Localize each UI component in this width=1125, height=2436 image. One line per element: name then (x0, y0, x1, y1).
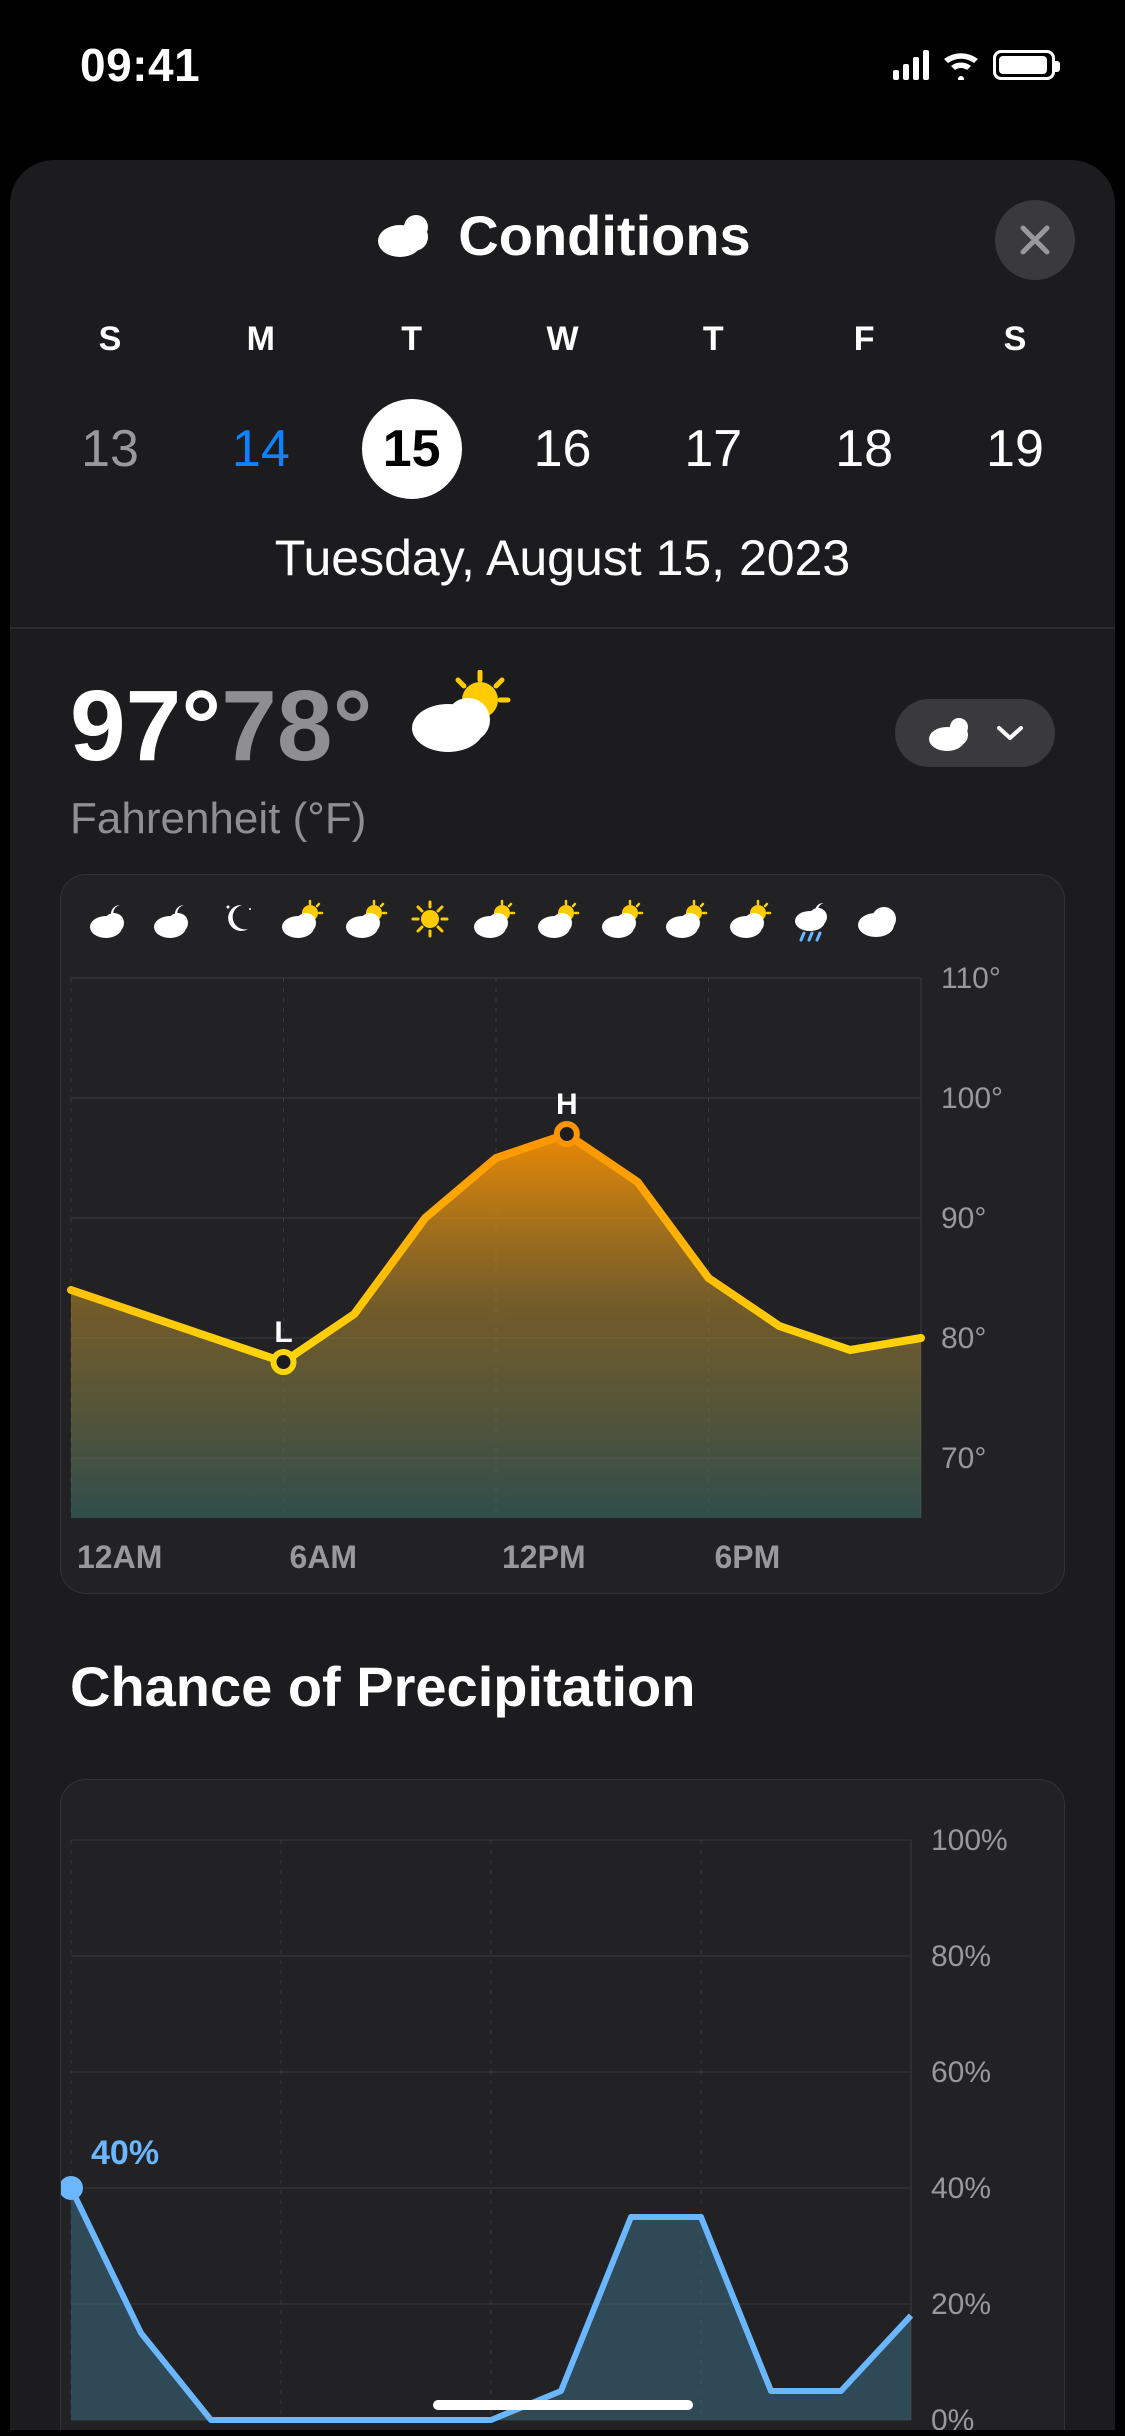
low-temp: 78° (221, 669, 372, 784)
svg-text:60%: 60% (931, 2056, 991, 2089)
day-16[interactable]: W 16 (492, 320, 632, 499)
conditions-icon (374, 211, 434, 259)
partly-sunny-icon (721, 899, 779, 948)
svg-text:H: H (556, 1088, 578, 1121)
conditions-sheet: Conditions S 13 M 14 T 15 W 16 T 17 F 18 S 19 Tuesday… (10, 160, 1115, 2430)
wifi-icon (941, 50, 981, 80)
close-button[interactable] (995, 200, 1075, 280)
svg-text:100%: 100% (931, 1824, 1008, 1857)
close-icon (1017, 222, 1053, 258)
svg-text:40%: 40% (91, 2134, 159, 2172)
day-label: S (99, 320, 122, 359)
partly-sunny-icon (273, 899, 331, 948)
day-label: W (546, 320, 578, 359)
partly-cloudy-night-icon (81, 899, 139, 948)
day-13[interactable]: S 13 (40, 320, 180, 499)
day-17[interactable]: T 17 (643, 320, 783, 499)
svg-text:100°: 100° (941, 1082, 1003, 1115)
svg-text:6AM: 6AM (290, 1539, 358, 1575)
week-selector: S 13 M 14 T 15 W 16 T 17 F 18 S 19 (10, 310, 1115, 499)
svg-text:80°: 80° (941, 1322, 986, 1355)
status-bar: 09:41 (0, 0, 1125, 130)
day-label: S (1004, 320, 1027, 359)
day-number: 18 (814, 399, 914, 499)
svg-text:12AM: 12AM (77, 1539, 162, 1575)
svg-text:12PM: 12PM (502, 1539, 586, 1575)
cloud-icon (925, 715, 975, 751)
partly-sunny-icon (657, 899, 715, 948)
svg-text:90°: 90° (941, 1202, 986, 1235)
day-label: F (854, 320, 875, 359)
day-number: 14 (211, 399, 311, 499)
sunny-icon (401, 899, 459, 948)
partly-sunny-icon (465, 899, 523, 948)
precip-chart: 0%20%40%60%80%100%40%12AM6AM12PM6PM (61, 1780, 1061, 2430)
day-label: T (703, 320, 724, 359)
day-number: 16 (512, 399, 612, 499)
partly-sunny-icon (593, 899, 651, 948)
day-label: T (401, 320, 422, 359)
partly-sunny-icon (529, 899, 587, 948)
hourly-condition-icons-row (61, 899, 1064, 948)
svg-text:110°: 110° (941, 962, 1001, 995)
partly-cloudy-night-icon (145, 899, 203, 948)
summary-row: 97° 78° (10, 629, 1115, 844)
day-14[interactable]: M 14 (191, 320, 331, 499)
battery-icon (993, 50, 1055, 80)
unit-label: Fahrenheit (°F) (70, 794, 512, 844)
header-title-row: Conditions (374, 203, 750, 268)
metric-selector[interactable] (895, 699, 1055, 767)
svg-text:70°: 70° (941, 1442, 986, 1475)
precip-section-title: Chance of Precipitation (10, 1594, 1115, 1749)
home-indicator[interactable] (433, 2400, 693, 2410)
day-label: M (247, 320, 275, 359)
summary-left: 97° 78° (70, 669, 512, 844)
day-15[interactable]: T 15 (342, 320, 482, 499)
day-number: 13 (60, 399, 160, 499)
svg-text:20%: 20% (931, 2288, 991, 2321)
svg-text:80%: 80% (931, 1940, 991, 1973)
svg-text:L: L (274, 1316, 292, 1349)
precip-chart-card[interactable]: 0%20%40%60%80%100%40%12AM6AM12PM6PM (60, 1779, 1065, 2430)
hi-lo-temps: 97° 78° (70, 669, 512, 784)
day-19[interactable]: S 19 (945, 320, 1085, 499)
sheet-header: Conditions (10, 160, 1115, 310)
day-number: 17 (663, 399, 763, 499)
day-number: 19 (965, 399, 1065, 499)
page-title: Conditions (458, 203, 750, 268)
status-time: 09:41 (80, 38, 200, 92)
day-18[interactable]: F 18 (794, 320, 934, 499)
temperature-chart-card[interactable]: 70° 80° 90° 100° 110° H L 12AM 6AM 12PM 6PM (60, 874, 1065, 1594)
high-temp: 97° (70, 669, 221, 784)
day-number: 15 (362, 399, 462, 499)
partly-sunny-icon (337, 899, 395, 948)
temperature-chart: 70° 80° 90° 100° 110° H L 12AM 6AM 12PM 6PM (61, 948, 1061, 1598)
selected-date-label: Tuesday, August 15, 2023 (10, 529, 1115, 587)
cloudy-icon (849, 899, 907, 948)
summary-condition-icon (402, 670, 512, 765)
status-indicators (893, 50, 1055, 80)
clear-night-icon (209, 899, 267, 948)
rain-night-icon (785, 899, 843, 948)
chevron-down-icon (995, 723, 1025, 743)
svg-text:6PM: 6PM (715, 1539, 781, 1575)
cellular-signal-icon (893, 50, 929, 80)
svg-text:40%: 40% (931, 2172, 991, 2205)
svg-text:0%: 0% (931, 2404, 974, 2430)
